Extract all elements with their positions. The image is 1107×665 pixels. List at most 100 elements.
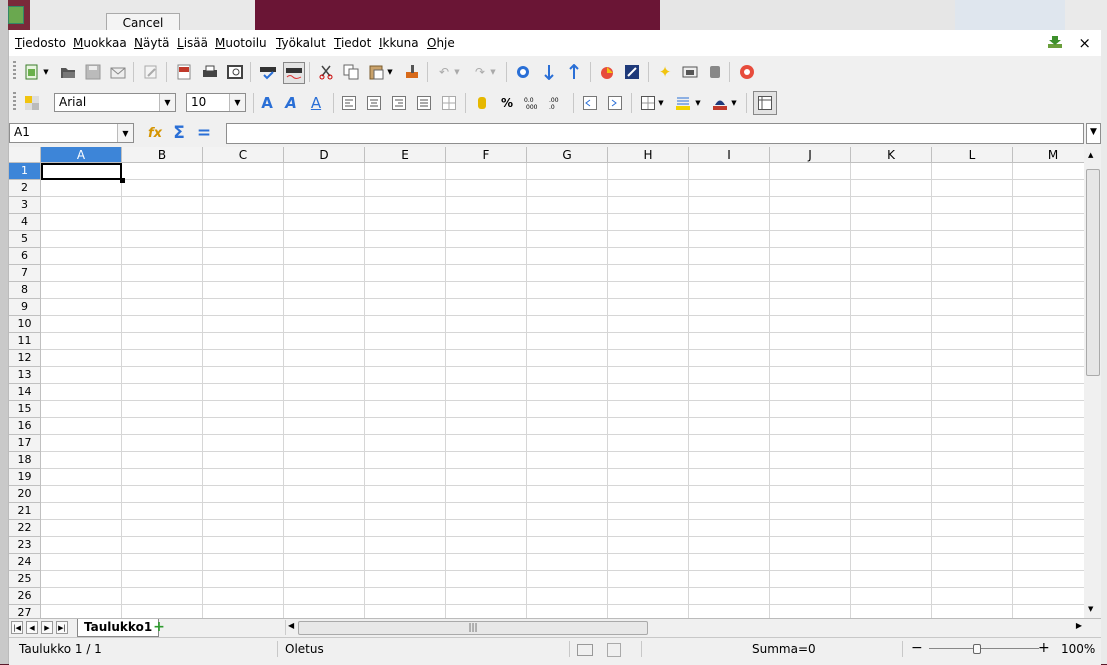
styles-icon[interactable] bbox=[23, 94, 41, 112]
cut-icon[interactable] bbox=[317, 63, 335, 81]
first-sheet-icon[interactable]: |◀ bbox=[11, 621, 23, 634]
menu-edit[interactable]: Muokkaa bbox=[73, 36, 127, 50]
row-header[interactable]: 27 bbox=[9, 605, 41, 618]
scroll-right-icon[interactable]: ▶ bbox=[1076, 621, 1082, 630]
copy-icon[interactable] bbox=[342, 63, 360, 81]
bold-icon[interactable]: A bbox=[258, 94, 276, 112]
corner-select-all[interactable] bbox=[9, 147, 41, 163]
italic-icon[interactable]: A bbox=[282, 94, 300, 112]
menu-format[interactable]: Muotoilu bbox=[215, 36, 267, 50]
zoom-level[interactable]: 100% bbox=[1061, 642, 1095, 656]
toggle-grid-lines-icon[interactable] bbox=[753, 91, 777, 115]
row-header[interactable]: 1 bbox=[9, 163, 41, 180]
open-icon[interactable] bbox=[59, 63, 77, 81]
new-document-icon[interactable] bbox=[23, 63, 41, 81]
font-color-icon[interactable] bbox=[711, 94, 729, 112]
paste-icon[interactable] bbox=[367, 63, 385, 81]
row-header[interactable]: 8 bbox=[9, 282, 41, 299]
new-document-dropdown-icon[interactable]: ▼ bbox=[42, 63, 50, 81]
background-color-icon[interactable] bbox=[674, 94, 692, 112]
zoom-out-icon[interactable]: − bbox=[911, 640, 923, 656]
column-header[interactable]: C bbox=[203, 147, 284, 163]
row-header[interactable]: 6 bbox=[9, 248, 41, 265]
column-header[interactable]: J bbox=[770, 147, 851, 163]
row-header[interactable]: 25 bbox=[9, 571, 41, 588]
vertical-scroll-thumb[interactable] bbox=[1086, 169, 1100, 376]
chevron-down-icon[interactable]: ▼ bbox=[229, 94, 245, 111]
align-right-icon[interactable] bbox=[390, 94, 408, 112]
function-wizard-icon[interactable]: fx bbox=[146, 124, 164, 142]
gallery-icon[interactable]: ✦ bbox=[656, 63, 674, 81]
column-header[interactable]: M bbox=[1013, 147, 1084, 163]
scroll-up-icon[interactable]: ▲ bbox=[1088, 151, 1093, 159]
column-header[interactable]: D bbox=[284, 147, 365, 163]
last-sheet-icon[interactable]: ▶| bbox=[56, 621, 68, 634]
horizontal-scrollbar[interactable]: ◀ ||| ▶ bbox=[285, 620, 1084, 635]
row-header[interactable]: 23 bbox=[9, 537, 41, 554]
expand-formula-bar-icon[interactable]: ▼ bbox=[1086, 123, 1101, 144]
align-left-icon[interactable] bbox=[340, 94, 358, 112]
scroll-down-icon[interactable]: ▼ bbox=[1088, 605, 1093, 613]
next-sheet-icon[interactable]: ▶ bbox=[41, 621, 53, 634]
chevron-down-icon[interactable]: ▼ bbox=[117, 124, 133, 142]
help-icon[interactable] bbox=[738, 63, 756, 81]
row-header[interactable]: 13 bbox=[9, 367, 41, 384]
row-header[interactable]: 14 bbox=[9, 384, 41, 401]
email-icon[interactable] bbox=[109, 63, 127, 81]
row-header[interactable]: 10 bbox=[9, 316, 41, 333]
row-header[interactable]: 20 bbox=[9, 486, 41, 503]
menu-help[interactable]: Ohje bbox=[427, 36, 455, 50]
print-icon[interactable] bbox=[201, 63, 219, 81]
column-header[interactable]: F bbox=[446, 147, 527, 163]
horizontal-scroll-thumb[interactable]: ||| bbox=[298, 621, 648, 635]
row-header[interactable]: 7 bbox=[9, 265, 41, 282]
export-pdf-icon[interactable] bbox=[175, 63, 193, 81]
row-header[interactable]: 2 bbox=[9, 180, 41, 197]
menu-view[interactable]: Näytä bbox=[134, 36, 170, 50]
undo-icon[interactable]: ↶ bbox=[435, 63, 453, 81]
datasources-icon[interactable] bbox=[681, 63, 699, 81]
row-header[interactable]: 17 bbox=[9, 435, 41, 452]
spreadsheet-grid[interactable]: ABCDEFGHIJKLM 1 2 3 4 5 6 7 8 9 10 11 12 13 14 15 16 17 1… bbox=[9, 147, 1084, 618]
number-format-icon[interactable]: 0.0 000 bbox=[523, 94, 541, 112]
menu-insert[interactable]: Lisää bbox=[177, 36, 208, 50]
column-header[interactable]: G bbox=[527, 147, 608, 163]
redo-dropdown-icon[interactable]: ▼ bbox=[489, 63, 497, 81]
formula-input[interactable] bbox=[226, 123, 1084, 144]
save-icon[interactable] bbox=[84, 63, 102, 81]
percent-icon[interactable]: % bbox=[498, 94, 516, 112]
navigator-icon[interactable] bbox=[514, 63, 532, 81]
add-sheet-icon[interactable]: + bbox=[149, 620, 169, 635]
column-header[interactable]: E bbox=[365, 147, 446, 163]
formula-icon[interactable]: = bbox=[195, 123, 213, 143]
vertical-scrollbar[interactable]: ▲ ▼ bbox=[1084, 147, 1101, 618]
cell-area[interactable] bbox=[41, 163, 1084, 618]
redo-icon[interactable]: ↷ bbox=[471, 63, 489, 81]
row-header[interactable]: 24 bbox=[9, 554, 41, 571]
borders-dropdown-icon[interactable]: ▼ bbox=[657, 94, 665, 112]
row-header[interactable]: 15 bbox=[9, 401, 41, 418]
previous-sheet-icon[interactable]: ◀ bbox=[26, 621, 38, 634]
font-name-combobox[interactable]: Arial ▼ bbox=[54, 93, 176, 112]
menu-file[interactable]: Tiedosto bbox=[15, 36, 66, 50]
row-header[interactable]: 26 bbox=[9, 588, 41, 605]
row-header[interactable]: 3 bbox=[9, 197, 41, 214]
paste-dropdown-icon[interactable]: ▼ bbox=[386, 63, 394, 81]
merge-cells-icon[interactable] bbox=[440, 94, 458, 112]
toolbar-grip[interactable] bbox=[13, 92, 16, 112]
sort-ascending-icon[interactable] bbox=[540, 63, 558, 81]
clone-formatting-icon[interactable] bbox=[403, 63, 421, 81]
row-header[interactable]: 21 bbox=[9, 503, 41, 520]
zoom-slider-knob[interactable] bbox=[973, 644, 981, 654]
undo-dropdown-icon[interactable]: ▼ bbox=[453, 63, 461, 81]
selection-mode-icon[interactable] bbox=[577, 644, 593, 656]
font-color-dropdown-icon[interactable]: ▼ bbox=[730, 94, 738, 112]
print-preview-icon[interactable] bbox=[226, 63, 244, 81]
update-download-icon[interactable] bbox=[1047, 35, 1063, 49]
autospell-icon[interactable] bbox=[283, 62, 305, 84]
row-header[interactable]: 4 bbox=[9, 214, 41, 231]
column-header[interactable]: L bbox=[932, 147, 1013, 163]
close-document-icon[interactable]: × bbox=[1078, 34, 1091, 52]
insert-chart-icon[interactable] bbox=[598, 63, 616, 81]
menu-tools[interactable]: Työkalut bbox=[276, 36, 326, 50]
